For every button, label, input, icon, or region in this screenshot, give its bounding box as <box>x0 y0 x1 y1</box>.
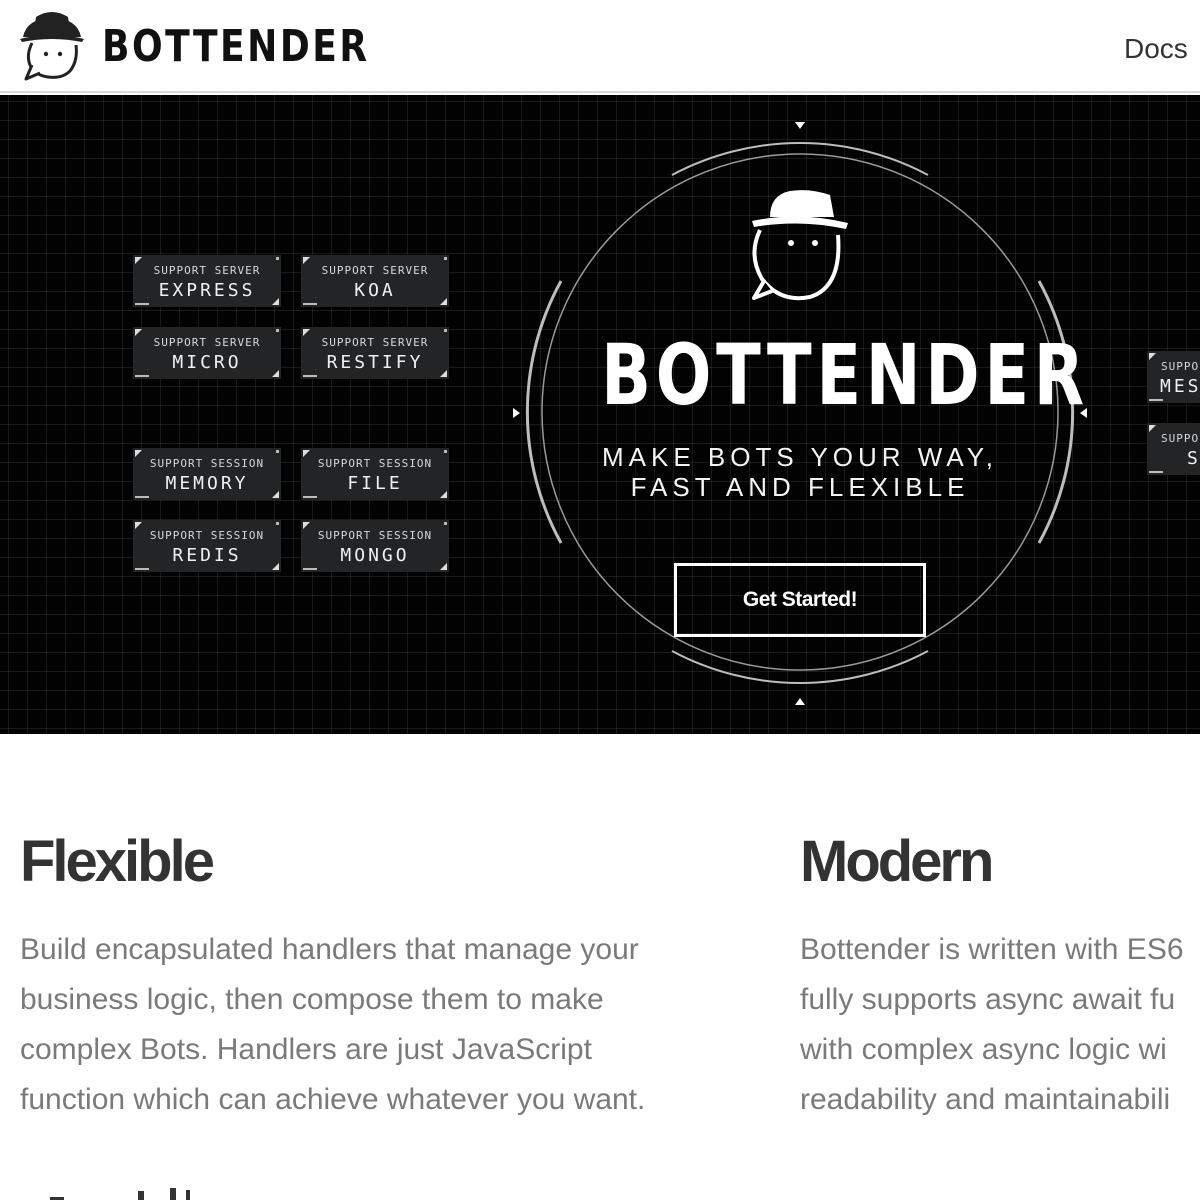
tag-small-label: SUPPORT SERVER <box>321 264 429 277</box>
tag-big-label: MONGO <box>340 545 410 566</box>
tag-small-label: SUPPORT SESSION <box>149 529 265 542</box>
tag-support-server-restify: SUPPORT SERVER RESTIFY <box>301 327 449 379</box>
tag-small-label: SUPPORT SESSION <box>317 529 433 542</box>
tag-big-label: RESTIFY <box>326 352 424 373</box>
tag-small-label: SUPPORT SERVER <box>321 336 429 349</box>
site-header: BOTTENDER Docs <box>0 0 1200 93</box>
tag-small-label: SUPPORT SESSION <box>149 457 265 470</box>
tag-partial-messenger: SUPPO MES <box>1147 351 1200 403</box>
bot-hat-hero-icon <box>752 190 848 301</box>
hero-title: BOTTENDER <box>601 326 1089 424</box>
brand-wordmark[interactable]: BOTTENDER <box>102 22 370 72</box>
tag-support-session-mongo: SUPPORT SESSION MONGO <box>301 520 449 572</box>
tag-small-label: SUPPORT SESSION <box>317 457 433 470</box>
tag-small-label: SUPPORT SERVER <box>153 264 261 277</box>
hero-section: SUPPORT SERVER EXPRESS SUPPORT SERVER KO… <box>0 95 1200 734</box>
feature-text-modern: Bottender is written with ES6 fully supp… <box>800 933 1184 1116</box>
tag-small-label: SUPPO <box>1161 432 1200 445</box>
tag-support-server-express: SUPPORT SERVER EXPRESS <box>133 255 281 307</box>
tag-big-label: MEMORY <box>165 473 249 494</box>
tag-support-server-micro: SUPPORT SERVER MICRO <box>133 327 281 379</box>
tag-partial-s: SUPPO S <box>1147 423 1200 475</box>
tag-big-label: EXPRESS <box>158 280 256 301</box>
tag-small-label: SUPPORT SERVER <box>153 336 261 349</box>
next-section-heading-partial <box>50 1188 190 1200</box>
tag-big-label: S <box>1187 448 1200 469</box>
tag-big-label: REDIS <box>172 545 242 566</box>
tag-big-label: MICRO <box>172 352 242 373</box>
tag-support-server-koa: SUPPORT SERVER KOA <box>301 255 449 307</box>
get-started-button[interactable]: Get Started! <box>674 563 926 637</box>
tag-big-label: MES <box>1160 376 1200 397</box>
tag-support-session-redis: SUPPORT SESSION REDIS <box>133 520 281 572</box>
tag-big-label: FILE <box>347 473 403 494</box>
tag-small-label: SUPPO <box>1161 360 1200 373</box>
feature-title-modern: Modern <box>800 829 994 894</box>
tag-support-session-memory: SUPPORT SESSION MEMORY <box>133 448 281 500</box>
nav-docs-link[interactable]: Docs <box>1124 32 1188 66</box>
hero-tagline-line2: FAST AND FLEXIBLE <box>630 472 970 502</box>
feature-title-flexible: Flexible <box>20 829 215 894</box>
hero-tagline-line1: MAKE BOTS YOUR WAY, <box>602 442 998 472</box>
bot-hat-logo-icon[interactable] <box>18 9 86 83</box>
feature-text-flexible: Build encapsulated handlers that manage … <box>20 933 646 1116</box>
tag-big-label: KOA <box>354 280 396 301</box>
tag-support-session-file: SUPPORT SESSION FILE <box>301 448 449 500</box>
